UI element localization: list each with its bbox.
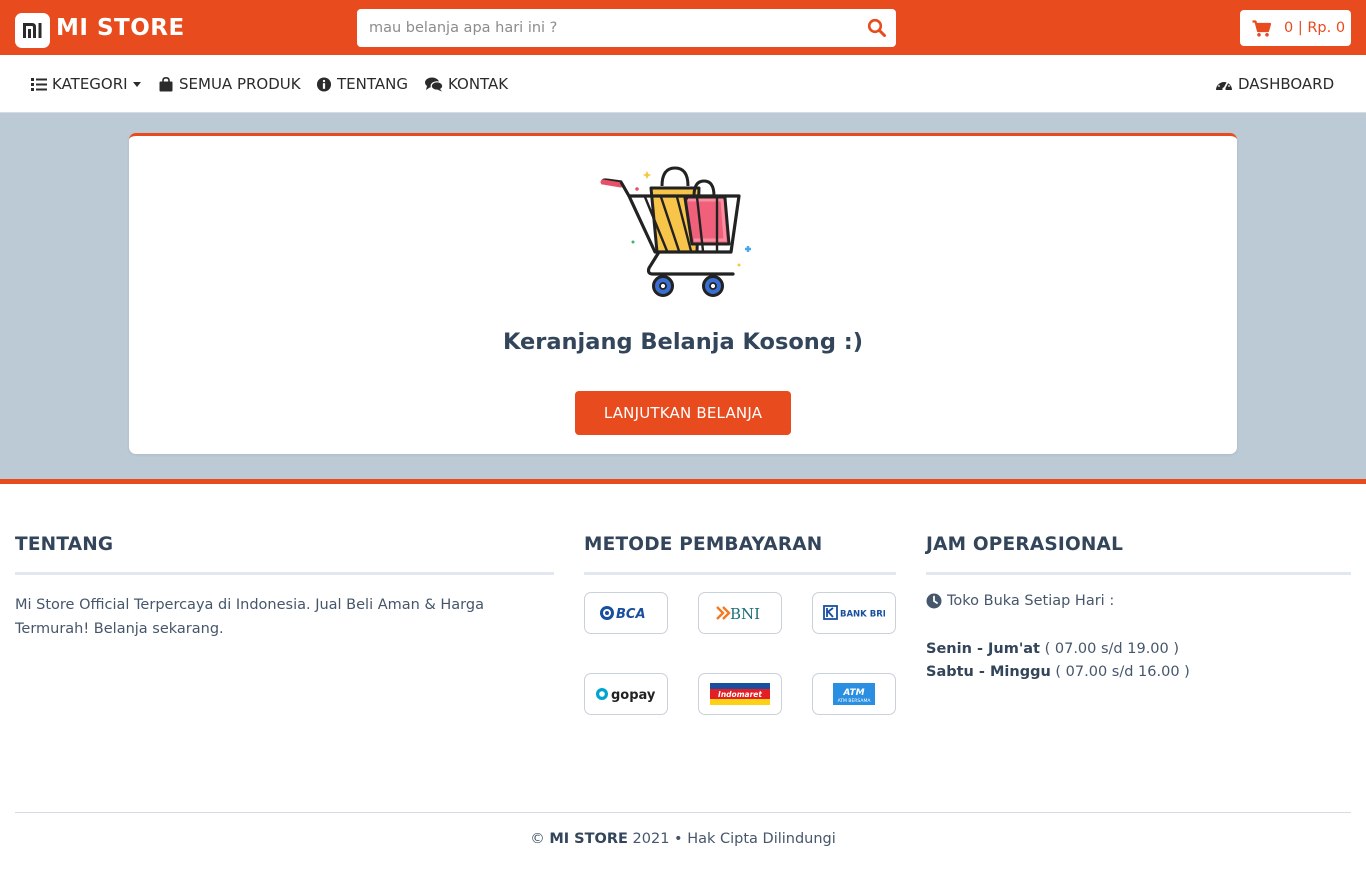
shopping-bag-icon — [159, 76, 173, 91]
copyright-rest: 2021 • Hak Cipta Dilindungi — [627, 831, 836, 847]
indomaret-logo-icon: Indomaret — [710, 683, 770, 705]
footer-payment-heading: METODE PEMBAYARAN — [584, 534, 823, 555]
payment-gopay: gopay — [584, 673, 668, 715]
footer-payment-divider — [584, 572, 896, 575]
hours-weekend-label: Sabtu - Minggu — [926, 664, 1051, 680]
atm-bersama-logo-icon: ATM ATM BERSAMA — [833, 683, 875, 705]
payment-atm-bersama-label: ATM BERSAMA — [838, 698, 872, 704]
footer-hours-heading: JAM OPERASIONAL — [926, 534, 1124, 555]
store-logo[interactable]: MI STORE — [15, 13, 185, 48]
nav-kategori-label: KATEGORI — [52, 75, 128, 93]
hours-weekend: Sabtu - Minggu ( 07.00 s/d 16.00 ) — [926, 664, 1190, 680]
hours-weekday-time: ( 07.00 s/d 19.00 ) — [1040, 641, 1180, 657]
caret-down-icon — [132, 81, 141, 87]
search-icon[interactable] — [867, 18, 887, 38]
copyright-brand: MI STORE — [549, 831, 628, 847]
payment-gopay-label: gopay — [611, 688, 656, 703]
dashboard-gauge-icon — [1216, 79, 1232, 91]
search-bar — [357, 9, 896, 47]
nav-kontak-label: KONTAK — [448, 75, 509, 93]
hours-weekday: Senin - Jum'at ( 07.00 s/d 19.00 ) — [926, 641, 1179, 657]
brand-name: MI STORE — [56, 14, 185, 41]
footer-bottom-divider — [15, 812, 1351, 813]
cart-button[interactable]: 0 | Rp. 0 — [1240, 10, 1351, 46]
cart-section: Keranjang Belanja Kosong :) LANJUTKAN BE… — [0, 113, 1366, 479]
payment-atm-bersama: ATM ATM BERSAMA — [812, 673, 896, 715]
nav-semua-produk-label: SEMUA PRODUK — [179, 75, 301, 93]
bca-logo-icon: BCA — [600, 606, 646, 622]
clock-icon — [926, 593, 942, 609]
nav-kontak[interactable]: KONTAK — [425, 75, 508, 93]
top-header: MI STORE 0 | Rp. 0 — [0, 0, 1366, 55]
main-navbar: KATEGORI SEMUA PRODUK TENTANG KONTAK DAS… — [0, 55, 1366, 113]
payment-bca-label: BCA — [616, 607, 646, 622]
info-circle-icon — [316, 76, 332, 92]
footer-about-divider — [15, 572, 554, 575]
footer-hours-divider — [926, 572, 1351, 575]
copyright-text: © MI STORE 2021 • Hak Cipta Dilindungi — [0, 831, 1366, 847]
comments-icon — [425, 77, 443, 91]
footer-about-text: Mi Store Official Terpercaya di Indonesi… — [15, 597, 484, 637]
bni-logo-icon: BNI — [716, 605, 760, 622]
footer-about-heading: TENTANG — [15, 534, 114, 555]
copyright-symbol: © — [530, 831, 550, 847]
hours-weekday-label: Senin - Jum'at — [926, 641, 1040, 657]
shopping-cart-icon — [1252, 19, 1271, 37]
empty-cart-card: Keranjang Belanja Kosong :) LANJUTKAN BE… — [129, 133, 1237, 454]
list-icon — [31, 77, 47, 91]
payment-bri-label: BANK BRI — [840, 610, 885, 620]
empty-cart-illustration-icon — [600, 166, 751, 297]
svg-text:ATM: ATM — [842, 688, 864, 698]
section-divider — [0, 479, 1366, 484]
nav-dashboard-label: DASHBOARD — [1238, 75, 1335, 93]
payment-bni-label: BNI — [730, 605, 760, 622]
payment-bri: BANK BRI — [812, 592, 896, 634]
nav-tentang-label: TENTANG — [337, 75, 408, 93]
hours-intro: Toko Buka Setiap Hari : — [926, 593, 1114, 609]
payment-indomaret-label: Indomaret — [718, 690, 762, 699]
hours-intro-text: Toko Buka Setiap Hari : — [947, 593, 1115, 609]
payment-bni: BNI — [698, 592, 782, 634]
search-input[interactable] — [357, 9, 837, 47]
nav-dashboard[interactable]: DASHBOARD — [1215, 75, 1334, 93]
continue-shopping-button[interactable]: LANJUTKAN BELANJA — [575, 391, 791, 435]
bri-logo-icon: BANK BRI — [823, 605, 885, 620]
nav-semua-produk[interactable]: SEMUA PRODUK — [158, 75, 301, 93]
empty-cart-title: Keranjang Belanja Kosong :) — [502, 329, 864, 355]
payment-indomaret: Indomaret — [698, 673, 782, 715]
payment-bca: BCA — [584, 592, 668, 634]
hours-weekend-time: ( 07.00 s/d 16.00 ) — [1050, 664, 1190, 680]
mi-logo-icon — [15, 13, 50, 48]
nav-tentang[interactable]: TENTANG — [316, 75, 408, 93]
gopay-logo-icon: gopay — [596, 688, 656, 703]
cart-summary: 0 | Rp. 0 — [1284, 20, 1346, 36]
nav-kategori-dropdown[interactable]: KATEGORI — [31, 75, 141, 93]
